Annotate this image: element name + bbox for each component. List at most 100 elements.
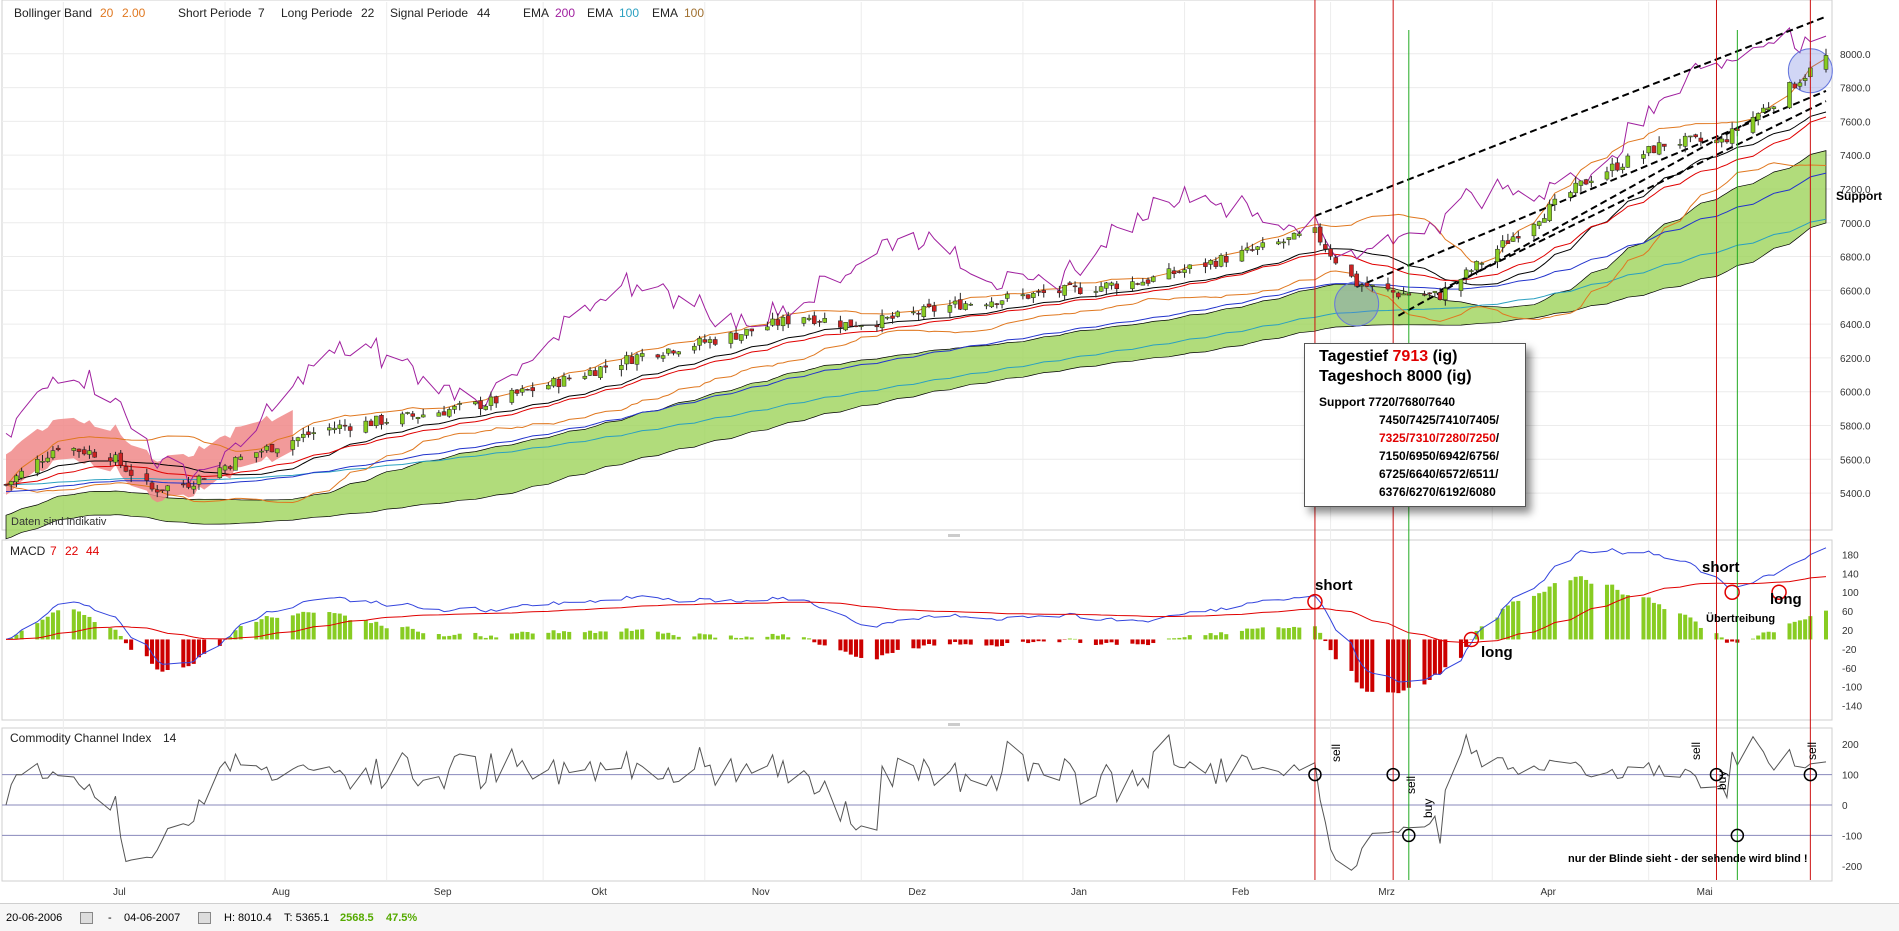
support-title: Support bbox=[1319, 395, 1365, 409]
candle-body bbox=[160, 490, 164, 491]
candle-body bbox=[374, 416, 378, 426]
macd-histogram-bar bbox=[1203, 635, 1207, 639]
macd-histogram-bar bbox=[1031, 639, 1035, 642]
candle-body bbox=[364, 421, 368, 432]
cci-signal-sell-2: sell bbox=[1404, 776, 1418, 794]
candle-body bbox=[1250, 250, 1254, 251]
macd-title: MACD bbox=[10, 544, 46, 558]
macd-histogram-bar bbox=[1214, 635, 1218, 639]
x-tick-label: Dez bbox=[908, 887, 926, 898]
macd-histogram-bar bbox=[1699, 628, 1703, 639]
macd-histogram-bar bbox=[713, 638, 717, 640]
x-tick-label: Mai bbox=[1697, 887, 1713, 898]
macd-histogram-bar bbox=[1110, 639, 1114, 642]
candle-body bbox=[1026, 295, 1030, 299]
candle-body bbox=[1057, 291, 1061, 293]
candle-body bbox=[984, 305, 988, 306]
candle-body bbox=[1756, 113, 1760, 119]
macd-histogram-bar bbox=[348, 620, 352, 639]
candle-body bbox=[1282, 242, 1286, 243]
macd-histogram-bar bbox=[625, 628, 629, 639]
candle-body bbox=[1256, 247, 1260, 250]
candle-body bbox=[46, 458, 50, 462]
macd-histogram-bar bbox=[1146, 639, 1150, 645]
macd-histogram-bar bbox=[343, 616, 347, 640]
macd-histogram-bar bbox=[166, 639, 170, 670]
macd-histogram-bar bbox=[1443, 639, 1447, 667]
candle-body bbox=[1386, 284, 1390, 289]
macd-histogram-bar bbox=[635, 630, 639, 640]
candle-body bbox=[9, 481, 13, 484]
macd-histogram-bar bbox=[124, 639, 128, 643]
macd-histogram-bar bbox=[72, 609, 76, 639]
end-date-calendar-icon[interactable] bbox=[198, 912, 211, 924]
cci-signal-sell-4: sell bbox=[1805, 742, 1819, 760]
candle-body bbox=[484, 406, 488, 409]
macd-histogram-bar bbox=[984, 639, 988, 645]
ema2-value: 100 bbox=[619, 6, 639, 20]
macd-histogram-bar bbox=[364, 620, 368, 639]
macd-histogram-bar bbox=[1115, 639, 1119, 644]
cci-signal-buy-2: buy bbox=[1715, 771, 1729, 790]
start-date: 20-06-2006 bbox=[6, 912, 62, 924]
candle-body bbox=[228, 467, 232, 469]
macd-histogram-bar bbox=[447, 636, 451, 640]
macd-histogram-bar bbox=[802, 637, 806, 639]
macd-histogram-bar bbox=[296, 613, 300, 639]
macd-histogram-bar bbox=[1652, 603, 1656, 640]
x-tick-label: Mrz bbox=[1378, 887, 1395, 898]
candle-body bbox=[1516, 236, 1520, 238]
candle-body bbox=[1615, 163, 1619, 170]
candle-body bbox=[20, 471, 24, 478]
macd-histogram-bar bbox=[990, 639, 994, 645]
candle-body bbox=[348, 427, 352, 431]
start-date-calendar-icon[interactable] bbox=[80, 912, 93, 924]
candle-body bbox=[1068, 283, 1072, 285]
macd-histogram-bar bbox=[1037, 639, 1041, 641]
macd-histogram-bar bbox=[1188, 635, 1192, 639]
macd-histogram-bar bbox=[969, 639, 973, 644]
support-row-4: 7150/6950/6942/6756/ bbox=[1379, 447, 1525, 465]
candle-body bbox=[776, 320, 780, 326]
candle-body bbox=[1579, 181, 1583, 186]
candle-body bbox=[990, 302, 994, 307]
macd-histogram-bar bbox=[77, 611, 81, 639]
candle-body bbox=[291, 440, 295, 449]
macd-histogram-bar bbox=[932, 639, 936, 645]
cci-signal-buy-1: buy bbox=[1421, 799, 1435, 818]
macd-histogram-bar bbox=[1428, 639, 1432, 680]
candle-body bbox=[1662, 144, 1666, 146]
macd-histogram-bar bbox=[1329, 639, 1333, 650]
candle-body bbox=[442, 412, 446, 416]
candle-body bbox=[672, 351, 676, 353]
candle-body bbox=[1396, 293, 1400, 297]
macd-histogram-bar bbox=[1078, 639, 1082, 642]
y-tick-label: 6400.0 bbox=[1840, 320, 1871, 331]
candle-body bbox=[1355, 274, 1359, 286]
candle-body bbox=[1501, 241, 1505, 248]
cci-tick-label: -200 bbox=[1842, 862, 1862, 873]
x-tick-label: Jul bbox=[113, 887, 126, 898]
candle-body bbox=[1141, 282, 1145, 285]
y-tick-label: 8000.0 bbox=[1840, 50, 1871, 61]
macd-histogram-bar bbox=[1422, 639, 1426, 684]
macd-histogram-bar bbox=[202, 639, 206, 653]
end-date: 04-06-2007 bbox=[124, 912, 180, 924]
macd-histogram-bar bbox=[917, 639, 921, 648]
support-row-3: 7325/7310/7280/7250/ bbox=[1379, 429, 1525, 447]
macd-histogram-bar bbox=[661, 634, 665, 640]
macd-histogram-bar bbox=[1730, 639, 1734, 641]
ema1-value: 200 bbox=[555, 6, 575, 20]
candle-body bbox=[197, 476, 201, 484]
macd-histogram-bar bbox=[604, 631, 608, 639]
macd-histogram-bar bbox=[270, 617, 274, 639]
macd-histogram-bar bbox=[562, 631, 566, 639]
support-info-box: Tagestief 7913 (ig) Tageshoch 8000 (ig) … bbox=[1304, 343, 1526, 507]
macd-histogram-bar bbox=[291, 615, 295, 639]
candle-body bbox=[1240, 250, 1244, 261]
macd-histogram-bar bbox=[56, 610, 60, 639]
candle-body bbox=[437, 413, 441, 416]
macd-histogram-bar bbox=[1662, 609, 1666, 639]
macd-histogram-bar bbox=[927, 639, 931, 644]
macd-histogram-bar bbox=[1506, 605, 1510, 639]
